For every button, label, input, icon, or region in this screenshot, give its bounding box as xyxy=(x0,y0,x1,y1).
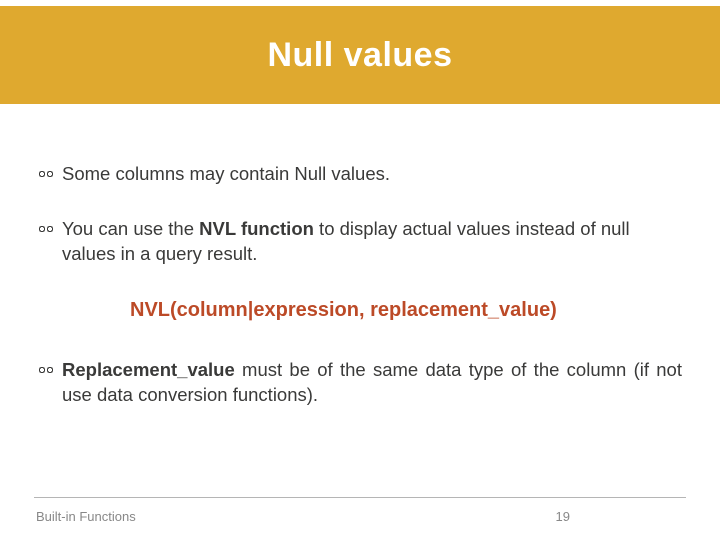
footer-rule xyxy=(34,497,686,498)
title-band: Null values xyxy=(0,6,720,104)
slide-title: Null values xyxy=(267,36,452,75)
footer-left: Built-in Functions xyxy=(36,509,136,524)
bullet-item: Some columns may contain Null values. xyxy=(38,162,682,187)
bullet-text-bold: NVL function xyxy=(199,218,314,239)
slide: Null values Some columns may contain Nul… xyxy=(0,6,720,540)
bullet-item: Replacement_value must be of the same da… xyxy=(38,358,682,408)
bullet-text-before: You can use the xyxy=(62,218,199,239)
page-number: 19 xyxy=(556,509,570,524)
slide-content: Some columns may contain Null values. Yo… xyxy=(0,104,720,408)
bullet-text-bold: Replacement_value xyxy=(62,359,235,380)
bullet-text: Some columns may contain Null values. xyxy=(62,163,390,184)
syntax-line: NVL(column|expression, replacement_value… xyxy=(130,297,682,324)
bullet-item: You can use the NVL function to display … xyxy=(38,217,682,267)
